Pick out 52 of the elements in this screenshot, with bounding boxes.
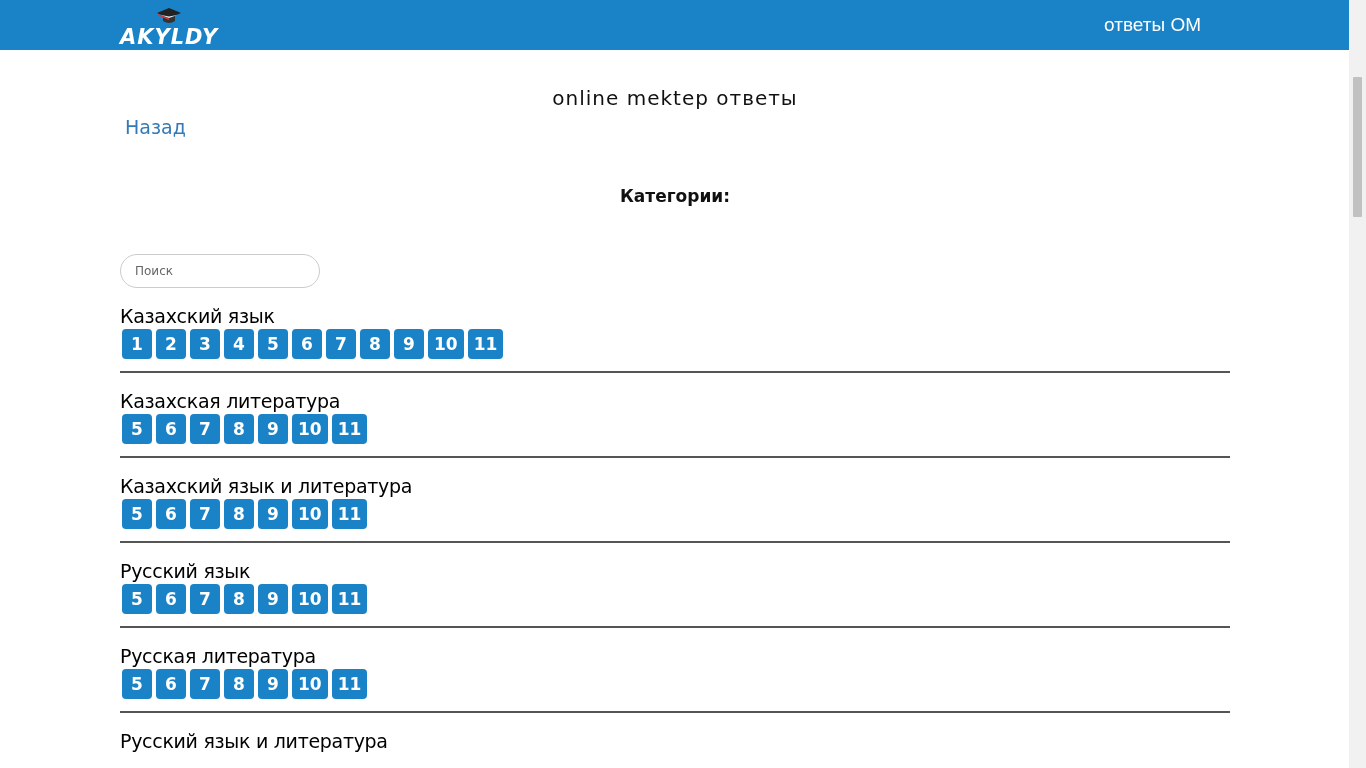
grade-button[interactable]: 6 [156,584,186,614]
section-heading: Категории: [618,186,732,206]
grade-button[interactable]: 9 [258,414,288,444]
grade-button[interactable]: 7 [326,329,356,359]
grade-button[interactable]: 8 [224,414,254,444]
grade-button[interactable]: 8 [224,499,254,529]
grade-button[interactable]: 4 [224,329,254,359]
category-title: Русская литература [120,644,317,669]
grade-button[interactable]: 11 [331,584,368,614]
grade-button[interactable]: 10 [292,499,328,529]
grade-button[interactable]: 7 [190,499,220,529]
grade-button[interactable]: 1 [122,329,152,359]
grade-button[interactable]: 9 [258,669,288,699]
grade-button[interactable]: 5 [258,329,288,359]
grade-button[interactable]: 2 [156,329,186,359]
grade-button[interactable]: 8 [224,584,254,614]
category-title: Русский язык [120,559,252,584]
scrollbar[interactable] [1349,0,1366,768]
nav-link[interactable]: ответы ОМ [1104,14,1201,36]
grade-button[interactable]: 10 [428,329,464,359]
grade-button[interactable]: 5 [122,584,152,614]
category-title: Казахский язык [120,304,276,329]
grade-button[interactable]: 10 [292,669,328,699]
grade-button[interactable]: 7 [190,669,220,699]
category-title: Казахский язык и литература [120,474,414,499]
grade-button[interactable]: 6 [156,669,186,699]
back-link[interactable]: Назад [125,116,186,138]
grade-button[interactable]: 9 [258,499,288,529]
grade-button[interactable]: 8 [360,329,390,359]
category-title: Казахская литература [120,389,342,414]
grade-button[interactable]: 11 [331,499,368,529]
grade-button[interactable]: 5 [122,669,152,699]
page-title: online mektep ответы [551,86,799,110]
category-title: Русский язык и литература [120,729,389,754]
grade-button[interactable]: 5 [122,499,152,529]
grade-button[interactable]: 11 [331,414,368,444]
grade-button[interactable]: 5 [122,414,152,444]
grade-button[interactable]: 6 [156,414,186,444]
grade-button[interactable]: 10 [292,584,328,614]
grade-button[interactable]: 7 [190,584,220,614]
grade-button[interactable]: 11 [331,669,368,699]
grade-button[interactable]: 9 [258,584,288,614]
logo[interactable]: AKYLDY [120,26,219,48]
grade-button[interactable]: 10 [292,414,328,444]
grade-button[interactable]: 6 [156,499,186,529]
grade-button[interactable]: 9 [394,329,424,359]
grade-button[interactable]: 7 [190,414,220,444]
search-field[interactable]: Поиск [120,254,320,288]
grade-button[interactable]: 3 [190,329,220,359]
grade-button[interactable]: 11 [467,329,504,359]
grade-button[interactable]: 6 [292,329,322,359]
grade-button[interactable]: 8 [224,669,254,699]
